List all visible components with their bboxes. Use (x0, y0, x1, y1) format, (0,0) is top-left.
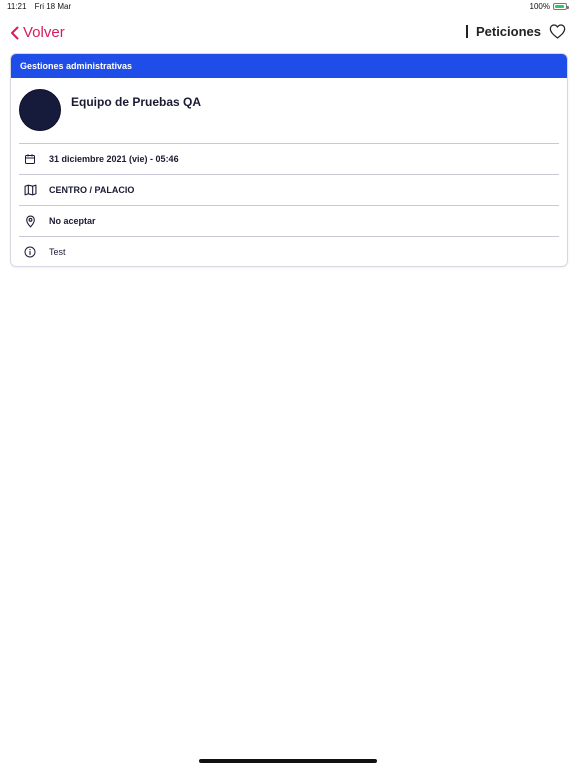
row-status: No aceptar (19, 205, 559, 236)
back-label: Volver (23, 24, 65, 41)
row-status-text: No aceptar (49, 216, 96, 226)
calendar-icon (23, 152, 37, 166)
home-indicator[interactable] (199, 759, 377, 763)
row-info: Test (19, 236, 559, 266)
row-info-text: Test (49, 247, 66, 257)
info-icon (23, 245, 37, 259)
navigation-bar: Volver Peticiones (0, 20, 576, 48)
status-time-date: 11:21 Fri 18 Mar (7, 2, 71, 11)
battery-percent: 100% (529, 2, 550, 11)
status-right: 100% (529, 2, 569, 11)
row-date-text: 31 diciembre 2021 (vie) - 05:46 (49, 154, 179, 164)
row-location-area-text: CENTRO / PALACIO (49, 185, 135, 195)
status-bar: 11:21 Fri 18 Mar 100% (0, 0, 576, 14)
map-icon (23, 183, 37, 197)
status-date: Fri 18 Mar (34, 2, 72, 11)
status-time: 11:21 (7, 2, 27, 11)
chevron-left-icon (11, 26, 19, 39)
page-title: Peticiones (475, 24, 541, 39)
avatar (19, 89, 61, 131)
card-header: Gestiones administrativas (11, 54, 567, 78)
nav-divider (465, 25, 468, 38)
nav-right: Peticiones (465, 24, 566, 39)
row-location-area: CENTRO / PALACIO (19, 174, 559, 205)
battery-icon (553, 3, 569, 10)
heart-icon[interactable] (549, 24, 566, 39)
request-card[interactable]: Gestiones administrativas Equipo de Prue… (10, 53, 568, 267)
location-pin-icon (23, 214, 37, 228)
back-button[interactable]: Volver (10, 24, 65, 41)
row-date: 31 diciembre 2021 (vie) - 05:46 (19, 143, 559, 174)
card-profile: Equipo de Pruebas QA (11, 78, 567, 143)
team-name: Equipo de Pruebas QA (71, 95, 202, 109)
